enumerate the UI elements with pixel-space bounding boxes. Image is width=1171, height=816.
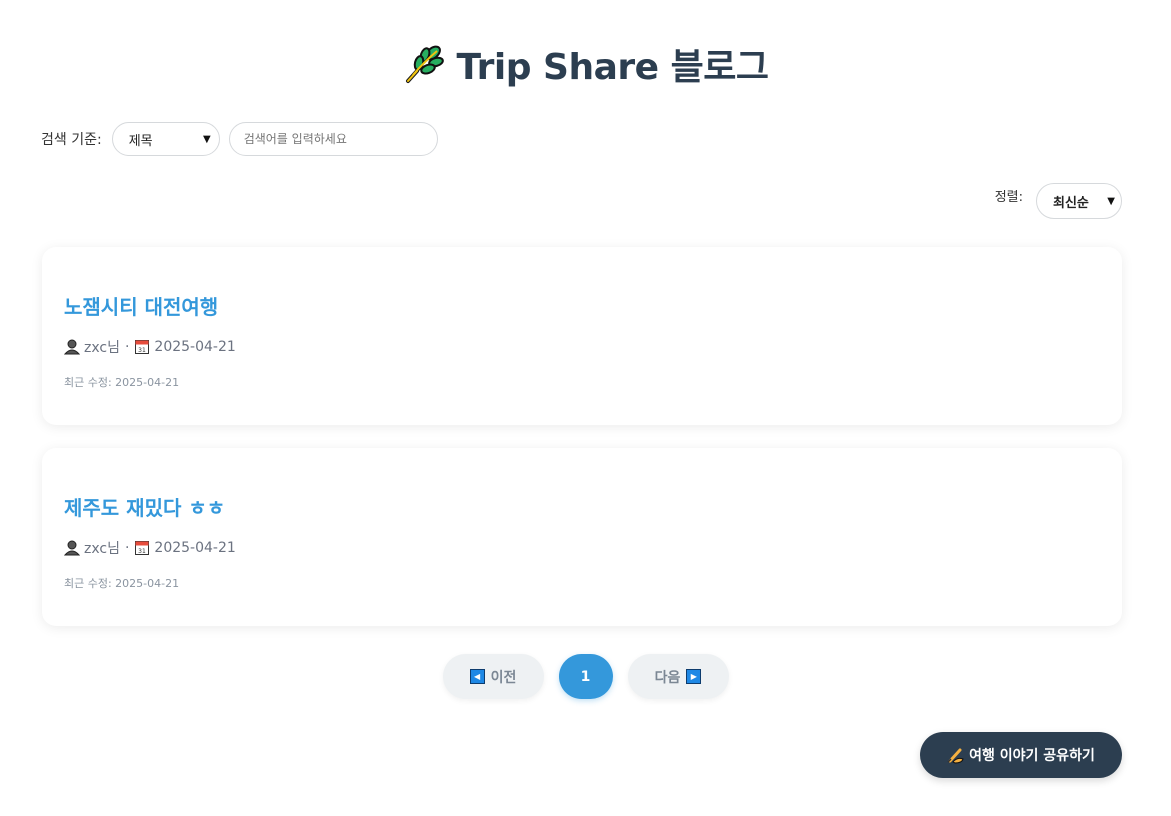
sort-control: 정렬: 최신순 ▼ (995, 183, 1122, 219)
share-button-label: 여행 이야기 공유하기 (969, 748, 1095, 764)
calendar-icon: 31 (134, 339, 150, 355)
post-updated: 최근 수정: 2025-04-21 (64, 577, 180, 590)
next-page-button[interactable]: 다음 ▶ (627, 654, 729, 699)
leaf-icon (403, 43, 445, 85)
user-icon (63, 540, 81, 556)
sort-value: 최신순 (1053, 195, 1089, 211)
blog-page: Trip Share 블로그 검색 기준: 제목 ▼ 정렬: 최신순 ▼ 노잼시… (0, 0, 1171, 816)
post-title[interactable]: 노잼시티 대전여행 (64, 291, 218, 320)
left-arrow-icon: ◀ (469, 669, 485, 684)
svg-text:31: 31 (139, 548, 147, 555)
post-author: zxc님 (84, 541, 120, 557)
chevron-down-icon: ▼ (202, 133, 211, 145)
post-title[interactable]: 제주도 재밌다 ㅎㅎ (64, 492, 225, 521)
meta-separator: · (124, 540, 130, 556)
search-field-value: 제목 (128, 133, 153, 149)
post-card[interactable]: 제주도 재밌다 ㅎㅎ zxc님 · 31 2025-04-21 최근 수정: 2… (42, 448, 1122, 626)
search-label: 검색 기준: (41, 132, 102, 148)
post-date: 2025-04-21 (154, 339, 236, 355)
right-arrow-icon: ▶ (686, 669, 702, 684)
pagination: ◀ 이전 1 다음 ▶ (0, 654, 1171, 699)
page-number-button[interactable]: 1 (558, 654, 613, 699)
meta-separator: · (124, 339, 130, 355)
next-label: 다음 (654, 669, 681, 686)
sort-label: 정렬: (994, 190, 1023, 205)
svg-text:31: 31 (139, 347, 147, 354)
user-icon (63, 339, 81, 355)
post-updated: 최근 수정: 2025-04-21 (64, 376, 180, 389)
sort-select[interactable]: 최신순 ▼ (1036, 183, 1122, 219)
prev-label: 이전 (490, 669, 517, 686)
header: Trip Share 블로그 (0, 38, 1171, 90)
post-date: 2025-04-21 (154, 540, 236, 556)
search-field-select[interactable]: 제목 ▼ (111, 122, 220, 156)
post-card[interactable]: 노잼시티 대전여행 zxc님 · 31 2025-04-21 최근 수정: 20… (42, 247, 1122, 425)
post-meta: zxc님 · 31 2025-04-21 (63, 337, 236, 357)
prev-page-button[interactable]: ◀ 이전 (442, 654, 544, 699)
search-input[interactable] (228, 122, 438, 156)
page-title: Trip Share 블로그 (456, 47, 769, 88)
post-meta: zxc님 · 31 2025-04-21 (63, 538, 236, 558)
writing-hand-icon (947, 746, 965, 764)
post-author: zxc님 (84, 340, 120, 356)
search-bar: 검색 기준: 제목 ▼ (41, 122, 438, 156)
calendar-icon: 31 (134, 540, 150, 556)
chevron-down-icon: ▼ (1107, 195, 1115, 207)
share-story-button[interactable]: 여행 이야기 공유하기 (920, 732, 1122, 778)
